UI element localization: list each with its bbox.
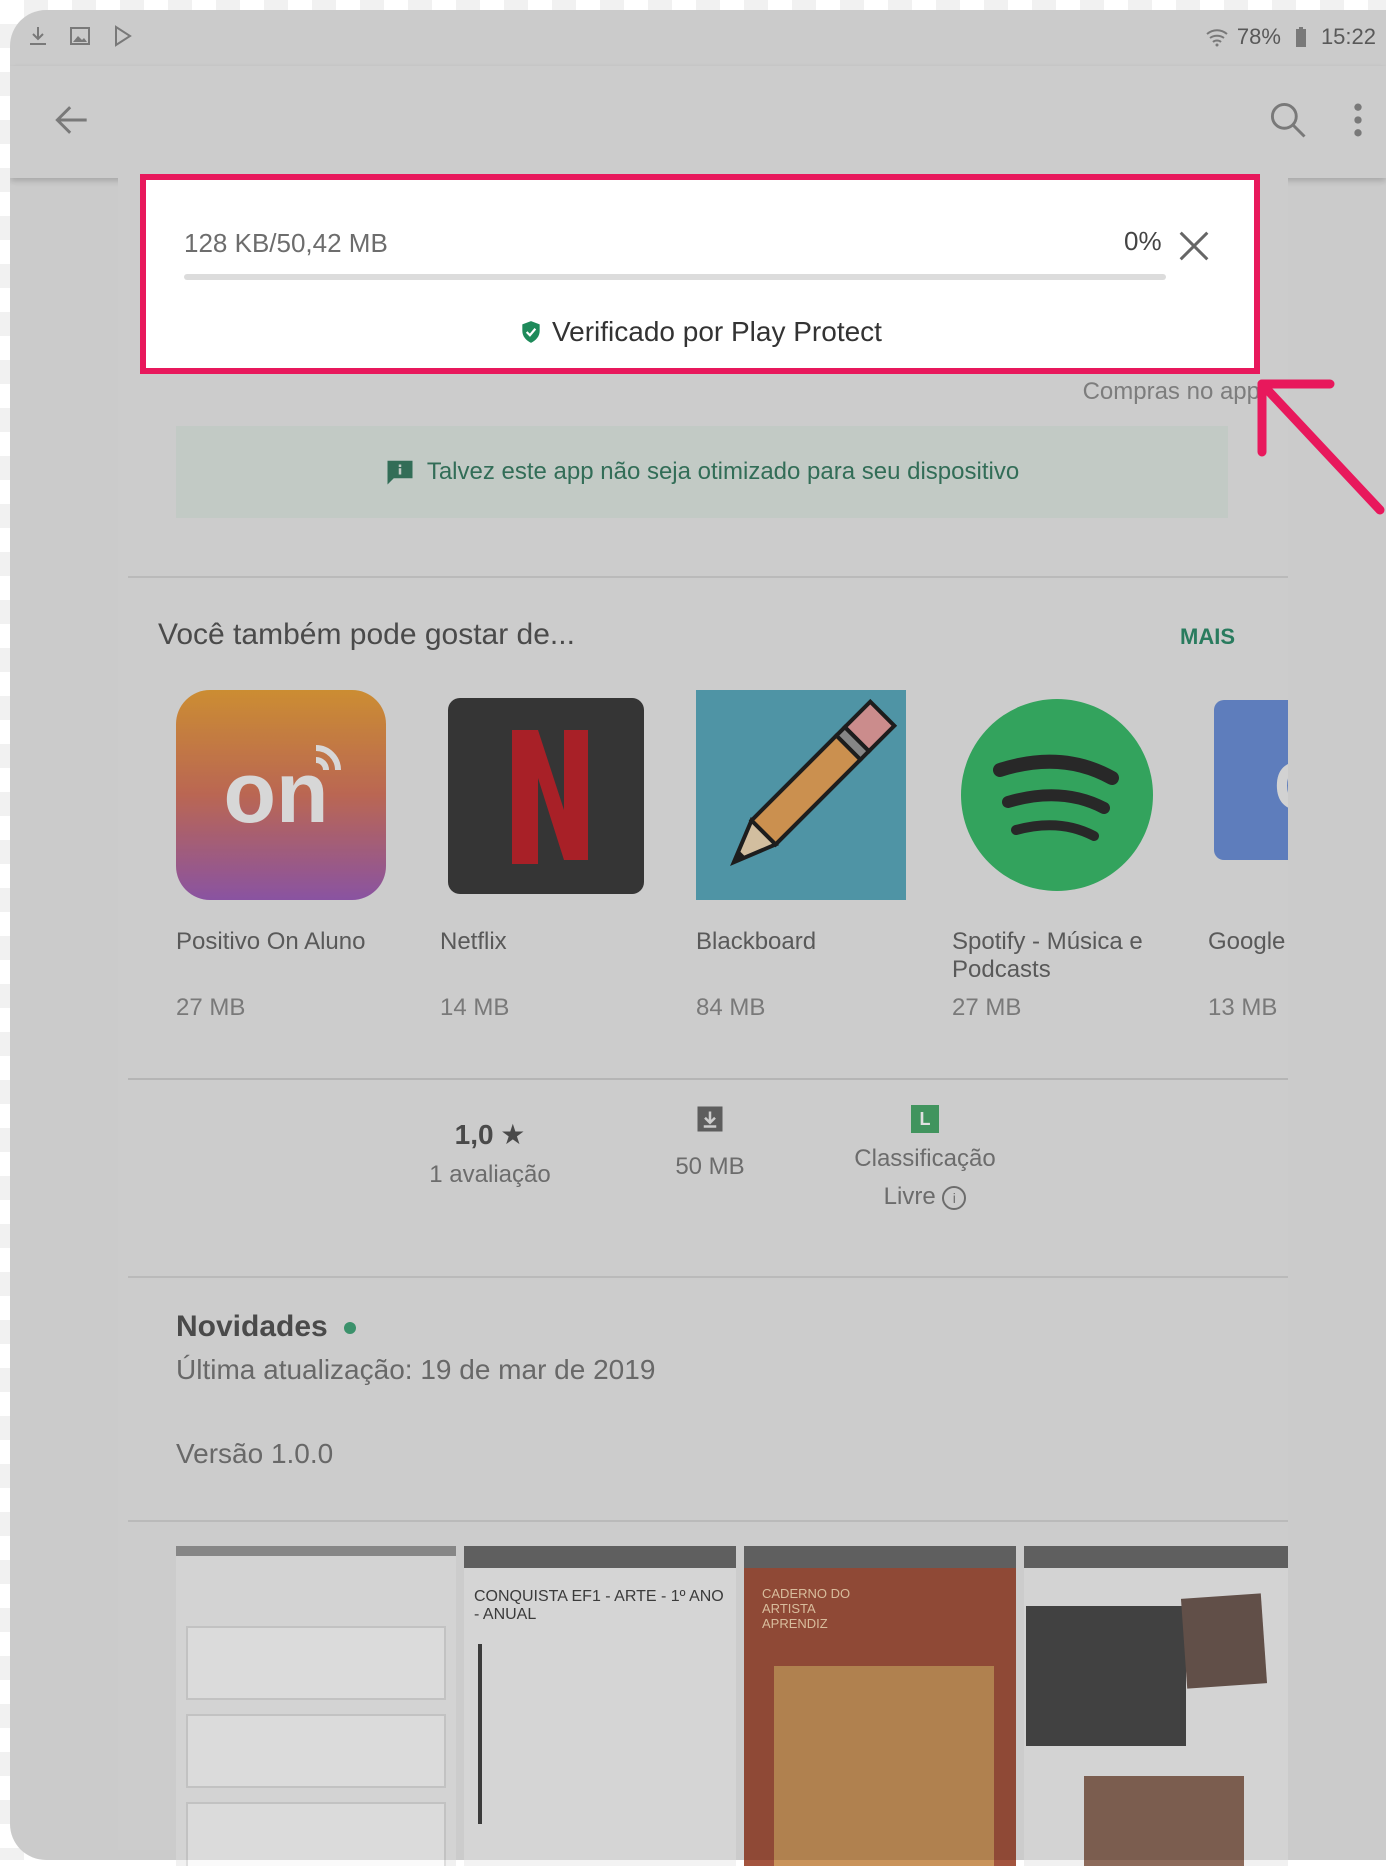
download-size-icon: [697, 1106, 723, 1132]
app-version: Versão 1.0.0: [176, 1438, 334, 1469]
screenshot-2[interactable]: CONQUISTA EF1 - ARTE - 1º ANO - ANUAL: [464, 1546, 736, 1866]
download-percent: 0%: [1124, 226, 1162, 256]
whats-new-title[interactable]: Novidades: [176, 1310, 356, 1344]
download-progress-card: 128 KB/50,42 MB 0% Verificado por Play P…: [140, 174, 1260, 374]
app-card-netflix[interactable]: Netflix 14 MB: [440, 690, 680, 1021]
blackboard-pencil-icon: [696, 690, 906, 900]
google-icon: G: [1214, 700, 1288, 860]
app-card-blackboard[interactable]: Blackboard 84 MB: [696, 690, 936, 1021]
screenshot-4[interactable]: [1024, 1546, 1288, 1866]
new-indicator-dot: [343, 1322, 356, 1335]
divider: [128, 1276, 1288, 1278]
app-toolbar: [10, 66, 1386, 178]
last-updated: Última atualização: 19 de mar de 2019: [176, 1354, 656, 1385]
status-bar: 78% 15:22: [10, 10, 1386, 66]
download-progress-bar: [184, 274, 1166, 280]
rating-value: 1,0: [454, 1119, 494, 1150]
search-icon[interactable]: [1266, 98, 1310, 142]
play-protect-text: Verificado por Play Protect: [552, 316, 882, 347]
svg-text:G: G: [1274, 747, 1288, 825]
app-size: 14 MB: [440, 994, 510, 1021]
download-progress-text: 128 KB/50,42 MB: [184, 228, 388, 258]
arrow-back-icon[interactable]: [50, 98, 94, 142]
play-store-icon: [115, 25, 132, 47]
more-vert-icon[interactable]: [1348, 98, 1368, 142]
divider: [128, 1078, 1288, 1080]
optimization-banner: Talvez este app não seja otimizado para …: [176, 426, 1228, 518]
clock: 15:22: [1320, 24, 1376, 49]
app-card-spotify[interactable]: Spotify - Música e Podcasts 27 MB: [952, 690, 1192, 1021]
app-card-positivo[interactable]: on Positivo On Aluno 27 MB: [176, 690, 416, 1021]
screenshot-1[interactable]: [176, 1546, 456, 1866]
app-name: Blackboard: [696, 928, 817, 955]
star-icon: ★: [500, 1119, 526, 1150]
battery-icon: [1295, 27, 1306, 47]
rating-count: 1 avaliação: [429, 1161, 551, 1188]
screenshots-strip[interactable]: CONQUISTA EF1 - ARTE - 1º ANO - ANUAL CA…: [176, 1546, 1288, 1866]
app-size: 27 MB: [952, 994, 1022, 1021]
classification-value: Livre: [883, 1183, 936, 1210]
screenshot-3-title: CADERNO DO ARTISTA APRENDIZ: [762, 1586, 851, 1631]
app-size: 27 MB: [176, 994, 246, 1021]
size-stat: 50 MB: [650, 1104, 770, 1181]
status-right: 78% 15:22: [1205, 24, 1376, 50]
info-icon[interactable]: i: [942, 1185, 967, 1210]
svg-text:on: on: [223, 745, 328, 841]
battery-percent: 78%: [1236, 24, 1281, 49]
annotation-arrow: [1257, 379, 1385, 515]
classification-badge: L: [911, 1105, 939, 1133]
app-name: Google: [1208, 928, 1286, 955]
play-protect-status: Verificado por Play Protect: [146, 316, 1254, 348]
positivo-on-icon: on: [176, 690, 386, 900]
app-name: Netflix: [440, 928, 507, 955]
app-name: Positivo On Aluno: [176, 928, 366, 955]
more-link[interactable]: MAIS: [1180, 624, 1235, 650]
rating-stat[interactable]: 1,0 ★ 1 avaliação: [410, 1104, 570, 1189]
screenshot-3[interactable]: CADERNO DO ARTISTA APRENDIZ: [744, 1546, 1016, 1866]
in-app-purchases-label: Compras no app: [1082, 378, 1260, 405]
classification-stat[interactable]: L Classificação Livre i: [840, 1104, 1010, 1211]
app-size-value: 50 MB: [675, 1153, 745, 1180]
app-card-google[interactable]: G Google 13 MB: [1208, 690, 1288, 1050]
wifi-icon: [1206, 29, 1228, 47]
optimization-text: Talvez este app não seja otimizado para …: [426, 458, 1020, 485]
recommendations-title: Você também pode gostar de...: [158, 618, 575, 651]
whats-new-label: Novidades: [176, 1310, 328, 1343]
close-icon[interactable]: [1174, 226, 1214, 266]
divider: [128, 1520, 1288, 1522]
screenshot-2-title: CONQUISTA EF1 - ARTE - 1º ANO - ANUAL: [474, 1588, 724, 1623]
divider: [128, 576, 1288, 578]
netflix-icon: [448, 698, 644, 894]
shield-check-icon: [522, 321, 540, 343]
app-size: 84 MB: [696, 994, 766, 1021]
info-message-icon: [387, 460, 413, 485]
image-icon: [70, 27, 90, 45]
status-left-icons: [26, 24, 134, 48]
app-size: 13 MB: [1208, 994, 1278, 1021]
download-icon: [30, 27, 46, 45]
spotify-icon: [961, 699, 1153, 891]
classification-label: Classificação: [854, 1145, 996, 1172]
app-name: Spotify - Música e Podcasts: [952, 928, 1143, 983]
